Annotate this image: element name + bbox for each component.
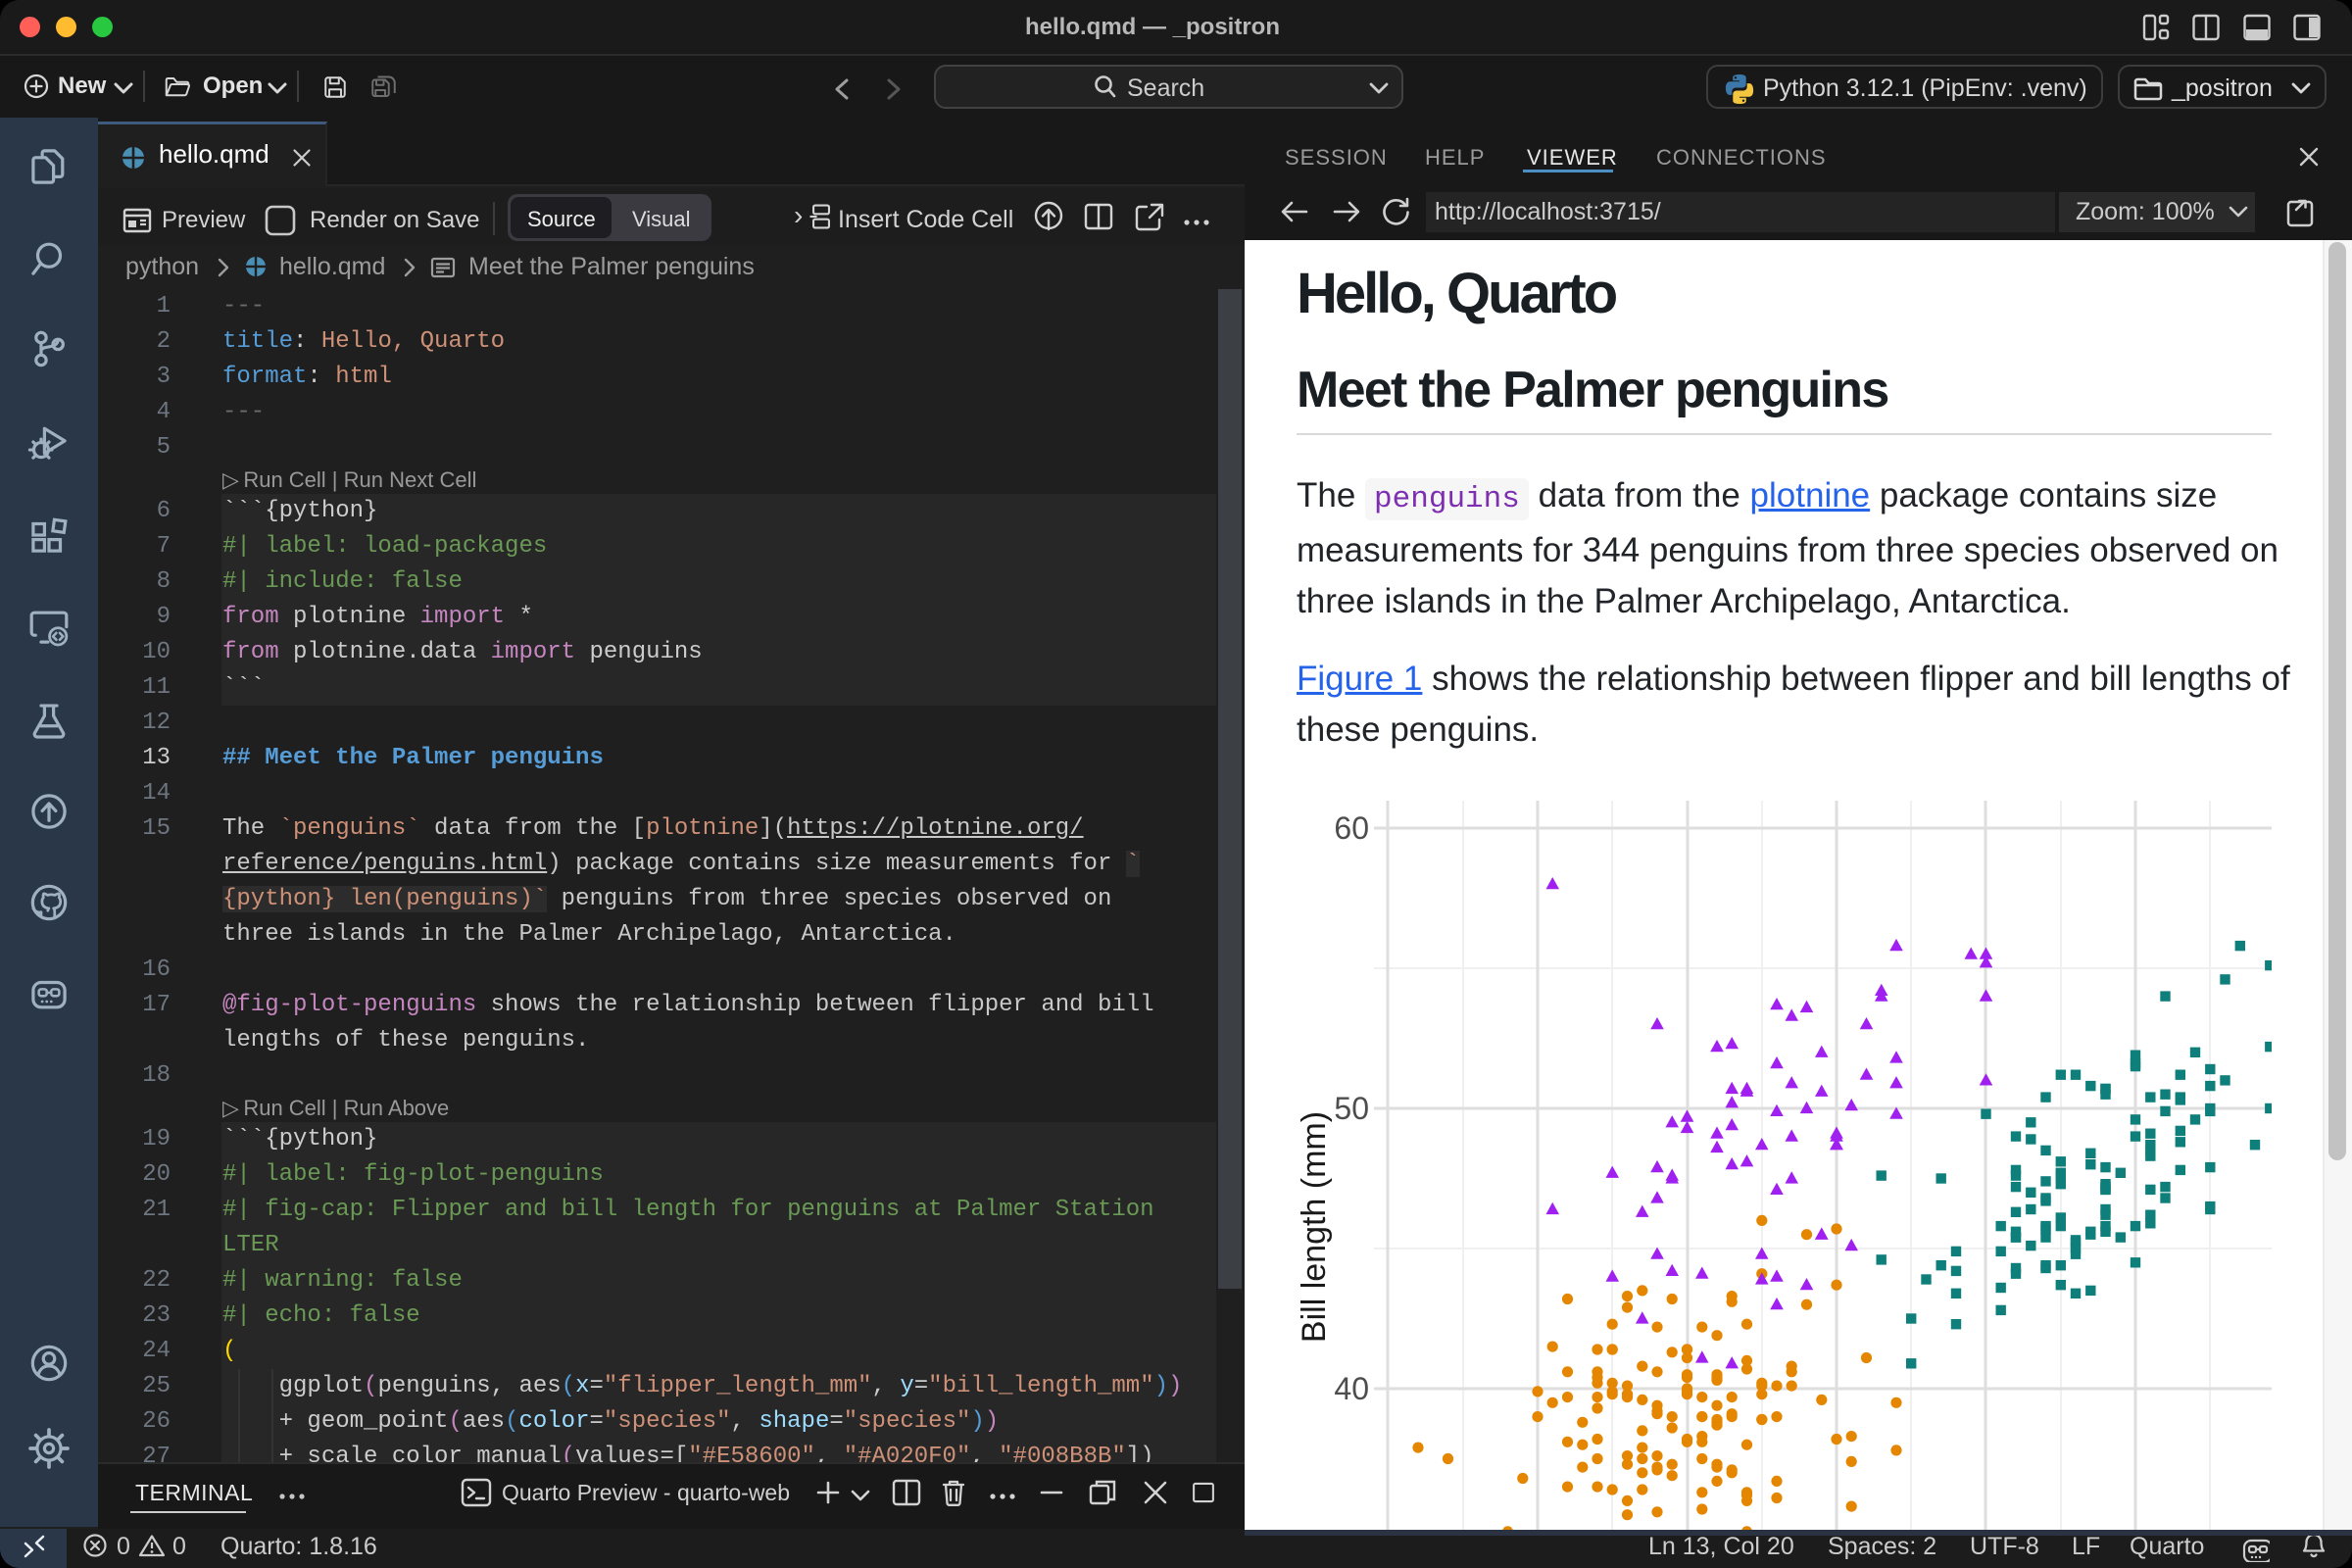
svg-text:40: 40 xyxy=(1334,1371,1369,1406)
svg-text:Bill length (mm): Bill length (mm) xyxy=(1296,1111,1333,1343)
svg-text:60: 60 xyxy=(1334,810,1369,846)
svg-text:50: 50 xyxy=(1334,1091,1369,1126)
